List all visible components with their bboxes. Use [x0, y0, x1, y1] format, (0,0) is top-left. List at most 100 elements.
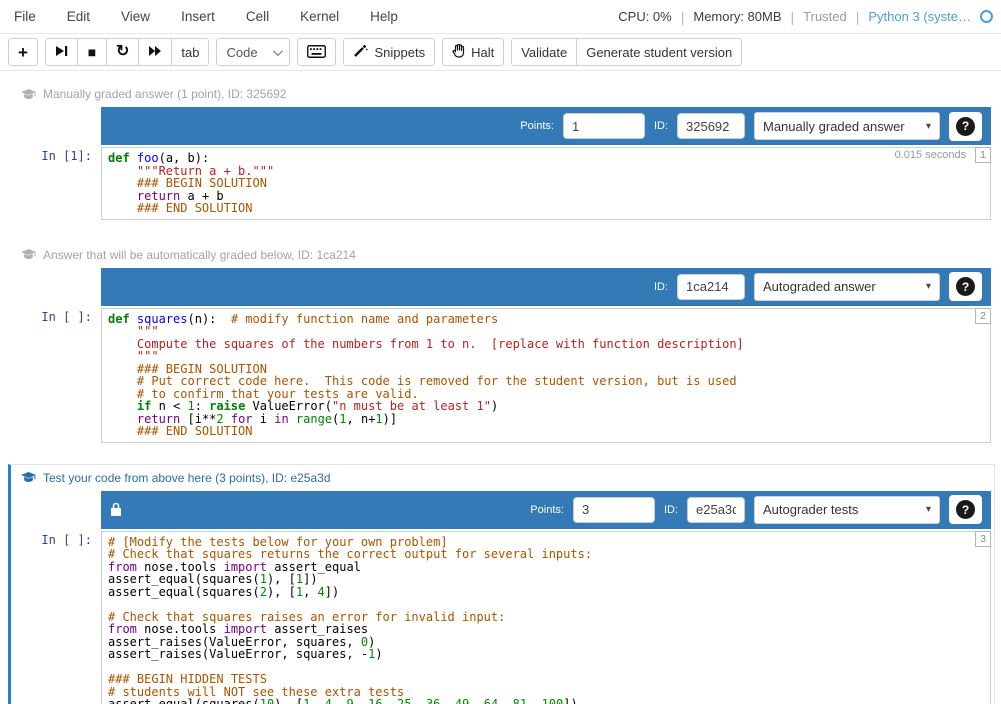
halt-button-label: Halt	[471, 45, 494, 60]
run-all-cells-button[interactable]	[138, 38, 172, 66]
plus-icon: +	[18, 44, 28, 61]
snippets-button-label: Snippets	[374, 45, 425, 60]
restart-kernel-button[interactable]: ↻	[106, 38, 139, 66]
execution-prompt: In [1]:	[17, 107, 101, 220]
graduation-cap-icon	[21, 89, 36, 100]
nbgrader-heading: Manually graded answer (1 point), ID: 32…	[17, 84, 991, 107]
execution-prompt: In [ ]:	[17, 491, 101, 704]
hand-icon	[452, 44, 465, 60]
caret-down-icon: ▾	[926, 281, 931, 292]
cell-type-select-label: Autograder tests	[763, 502, 858, 517]
validate-button-label: Validate	[521, 45, 567, 60]
help-button[interactable]: ?	[949, 495, 982, 524]
notebook-area: Manually graded answer (1 point), ID: 32…	[0, 71, 1001, 704]
menu-kernel[interactable]: Kernel	[300, 9, 339, 24]
divider: |	[681, 9, 685, 25]
cpu-usage: CPU: 0%	[618, 9, 671, 24]
cell-meta-badges: 0.015 seconds 1	[893, 147, 991, 163]
id-input[interactable]	[687, 497, 745, 523]
validate-button[interactable]: Validate	[511, 38, 577, 66]
snippets-button[interactable]: Snippets	[343, 38, 435, 66]
stop-icon: ■	[88, 45, 96, 59]
question-mark-icon: ?	[956, 117, 975, 136]
cell-type-dropdown[interactable]: Code	[216, 38, 290, 66]
tab-button-label: tab	[181, 45, 199, 60]
generate-student-version-button[interactable]: Generate student version	[576, 38, 742, 66]
id-input[interactable]	[677, 113, 745, 139]
divider: |	[856, 9, 860, 25]
nbgrader-heading: Answer that will be automatically graded…	[17, 245, 991, 268]
restart-icon: ↻	[116, 44, 129, 60]
code-editor[interactable]: def foo(a, b): """Return a + b.""" ### B…	[101, 147, 991, 220]
cell-type-select[interactable]: Autograder tests ▾	[754, 496, 940, 524]
menu-cell[interactable]: Cell	[246, 9, 269, 24]
snippets-icon	[353, 44, 368, 60]
tab-button[interactable]: tab	[171, 38, 209, 66]
id-label: ID:	[664, 504, 678, 516]
graduation-cap-icon	[21, 472, 36, 483]
lock-icon	[110, 502, 122, 517]
nbgrader-cell-toolbar: Points: ID: Autograder tests ▾ ?	[101, 491, 991, 529]
points-label: Points:	[520, 120, 554, 132]
id-label: ID:	[654, 120, 668, 132]
id-input[interactable]	[677, 274, 745, 300]
run-button-group: ■ ↻ tab	[45, 38, 209, 66]
menu-file[interactable]: File	[14, 9, 36, 24]
notebook-toolbar: + ■ ↻ tab Code	[0, 34, 1001, 71]
caret-down-icon: ▾	[926, 504, 931, 515]
cell-type-select[interactable]: Manually graded answer ▾	[754, 112, 940, 140]
cell-meta-badges: 2	[975, 308, 991, 324]
points-input[interactable]	[563, 113, 645, 139]
add-cell-button[interactable]: +	[8, 38, 38, 66]
kernel-name[interactable]: Python 3 (syste…	[868, 9, 971, 24]
cell-number-badge: 1	[975, 147, 991, 163]
fast-forward-icon	[148, 45, 162, 59]
halt-button[interactable]: Halt	[442, 38, 504, 66]
status-bar: CPU: 0% | Memory: 80MB | Trusted | Pytho…	[618, 9, 993, 25]
nbgrader-cell-toolbar: ID: Autograded answer ▾ ?	[101, 268, 991, 306]
nbgrader-button-group: Validate Generate student version	[511, 38, 742, 66]
chevron-down-icon	[273, 46, 283, 56]
nbgrader-cell-toolbar: Points: ID: Manually graded answer ▾ ?	[101, 107, 991, 145]
cell-number-badge: 3	[975, 531, 991, 547]
interrupt-kernel-button[interactable]: ■	[77, 38, 107, 66]
points-label: Points:	[530, 504, 564, 516]
kernel-idle-icon	[980, 10, 993, 23]
code-editor[interactable]: # [Modify the tests below for your own p…	[101, 531, 991, 704]
menu-insert[interactable]: Insert	[181, 9, 215, 24]
menu-view[interactable]: View	[121, 9, 150, 24]
points-input[interactable]	[573, 497, 655, 523]
run-cell-button[interactable]	[45, 38, 78, 66]
heading-label: Answer that will be automatically graded…	[43, 248, 356, 262]
cell-section-autograder-tests-selected[interactable]: Test your code from above here (3 points…	[8, 464, 995, 704]
menu-bar: File Edit View Insert Cell Kernel Help C…	[0, 0, 1001, 34]
cell-section-manually-graded: Manually graded answer (1 point), ID: 32…	[8, 80, 995, 229]
graduation-cap-icon	[21, 249, 36, 260]
divider: |	[791, 9, 795, 25]
help-button[interactable]: ?	[949, 112, 982, 141]
cell-number-badge: 2	[975, 308, 991, 324]
exec-time-label: 0.015 seconds	[893, 149, 969, 161]
heading-label: Test your code from above here (3 points…	[43, 471, 331, 485]
menu-edit[interactable]: Edit	[67, 9, 90, 24]
question-mark-icon: ?	[956, 277, 975, 296]
run-icon	[55, 45, 68, 59]
caret-down-icon: ▾	[926, 121, 931, 132]
keyboard-icon	[307, 45, 326, 60]
help-button[interactable]: ?	[949, 272, 982, 301]
cell-type-select-label: Manually graded answer	[763, 119, 905, 134]
generate-student-version-label: Generate student version	[586, 45, 732, 60]
cell-section-autograded-answer: Answer that will be automatically graded…	[8, 241, 995, 452]
execution-prompt: In [ ]:	[17, 268, 101, 443]
code-editor[interactable]: def squares(n): # modify function name a…	[101, 308, 991, 443]
heading-label: Manually graded answer (1 point), ID: 32…	[43, 87, 286, 101]
cell-meta-badges: 3	[975, 531, 991, 547]
memory-usage: Memory: 80MB	[693, 9, 781, 24]
question-mark-icon: ?	[956, 500, 975, 519]
cell-type-dropdown-label: Code	[226, 45, 257, 60]
menu-help[interactable]: Help	[370, 9, 398, 24]
keyboard-shortcuts-button[interactable]	[297, 38, 336, 66]
id-label: ID:	[654, 281, 668, 293]
nbgrader-heading: Test your code from above here (3 points…	[17, 468, 991, 491]
cell-type-select[interactable]: Autograded answer ▾	[754, 273, 940, 301]
